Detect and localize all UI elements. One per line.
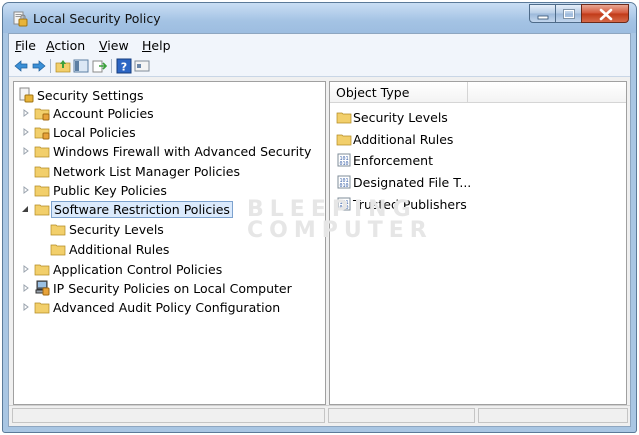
menu-view[interactable]: View — [99, 38, 129, 53]
back-arrow-icon[interactable] — [13, 58, 29, 74]
properties-icon[interactable] — [134, 58, 150, 74]
folder-icon — [34, 302, 50, 314]
minimize-button[interactable] — [529, 4, 556, 23]
app-window: Local Security Policy File Action View H… — [2, 2, 637, 433]
status-pane-left — [12, 408, 325, 423]
tree-item-advanced-audit-policy[interactable]: Advanced Audit Policy Configuration — [18, 298, 318, 316]
tree-item-security-levels[interactable]: Security Levels — [18, 220, 318, 238]
export-list-icon[interactable] — [92, 58, 108, 74]
status-pane-right — [478, 408, 628, 423]
tree-item-ip-security-policies[interactable]: IP Security Policies on Local Computer — [18, 279, 318, 297]
close-icon — [599, 8, 613, 21]
client-area: File Action View Help ? Security Setting… — [8, 33, 631, 427]
svg-text:010: 010 — [339, 161, 348, 167]
folder-icon — [50, 224, 66, 236]
window-title: Local Security Policy — [33, 11, 161, 26]
toolbar-separator — [50, 59, 51, 73]
expand-arrow-icon[interactable] — [22, 109, 30, 117]
show-hide-tree-icon[interactable] — [73, 58, 89, 74]
tree-item-network-list-manager[interactable]: Network List Manager Policies — [18, 162, 318, 180]
tree-pane[interactable]: Security Settings Account Policies Local… — [13, 81, 326, 405]
tree-item-windows-firewall[interactable]: Windows Firewall with Advanced Security — [18, 142, 323, 160]
security-policy-icon — [13, 11, 28, 27]
status-pane-middle — [328, 408, 475, 423]
folder-icon — [336, 112, 352, 124]
folder-icon — [50, 244, 66, 256]
expand-arrow-icon[interactable] — [22, 147, 30, 155]
policy-setting-icon: 101010 — [337, 175, 351, 189]
svg-text:010: 010 — [339, 205, 348, 211]
policy-folder-icon — [34, 108, 50, 121]
menu-file[interactable]: File — [15, 38, 36, 53]
ip-security-icon — [35, 280, 50, 296]
tree-item-public-key-policies[interactable]: Public Key Policies — [18, 181, 318, 199]
close-button[interactable] — [581, 4, 629, 23]
security-settings-icon — [19, 87, 34, 103]
expand-arrow-icon[interactable] — [22, 186, 30, 194]
maximize-icon — [563, 9, 575, 19]
folder-icon — [34, 185, 50, 197]
folder-icon — [34, 166, 50, 178]
up-folder-icon[interactable] — [55, 58, 71, 74]
title-bar[interactable]: Local Security Policy — [3, 3, 636, 33]
forward-arrow-icon[interactable] — [31, 58, 47, 74]
policy-setting-icon: 101010 — [337, 153, 351, 167]
status-bar — [9, 405, 630, 426]
folder-icon — [34, 204, 50, 216]
tree-item-software-restriction-policies[interactable]: Software Restriction Policies — [18, 200, 318, 218]
policy-folder-icon — [34, 127, 50, 140]
tree-item-application-control-policies[interactable]: Application Control Policies — [18, 260, 318, 278]
folder-icon — [34, 264, 50, 276]
minimize-icon — [537, 15, 549, 20]
collapse-arrow-icon[interactable] — [21, 205, 29, 213]
menu-help[interactable]: Help — [142, 38, 171, 53]
svg-text:010: 010 — [339, 183, 348, 189]
tree-item-account-policies[interactable]: Account Policies — [18, 104, 318, 122]
help-icon[interactable]: ? — [116, 58, 132, 74]
menu-action[interactable]: Action — [46, 38, 85, 53]
toolbar-separator — [111, 59, 112, 73]
expand-arrow-icon[interactable] — [22, 303, 30, 311]
toolbar: ? — [9, 56, 630, 77]
expand-arrow-icon[interactable] — [22, 265, 30, 273]
tree-item-local-policies[interactable]: Local Policies — [18, 123, 318, 141]
column-divider[interactable] — [467, 82, 468, 102]
policy-setting-icon: 101010 — [337, 197, 351, 211]
maximize-button[interactable] — [555, 4, 582, 23]
menu-bar: File Action View Help — [9, 34, 630, 56]
column-header-object-type[interactable]: Object Type — [330, 82, 626, 103]
tree-item-additional-rules[interactable]: Additional Rules — [18, 240, 318, 258]
details-pane[interactable]: Object Type Security Levels Additional R… — [329, 81, 627, 405]
folder-icon — [34, 146, 50, 158]
folder-icon — [336, 134, 352, 146]
expand-arrow-icon[interactable] — [22, 128, 30, 136]
expand-arrow-icon[interactable] — [22, 284, 30, 292]
svg-text:?: ? — [121, 61, 127, 74]
tree-root-security-settings[interactable]: Security Settings — [18, 86, 318, 104]
